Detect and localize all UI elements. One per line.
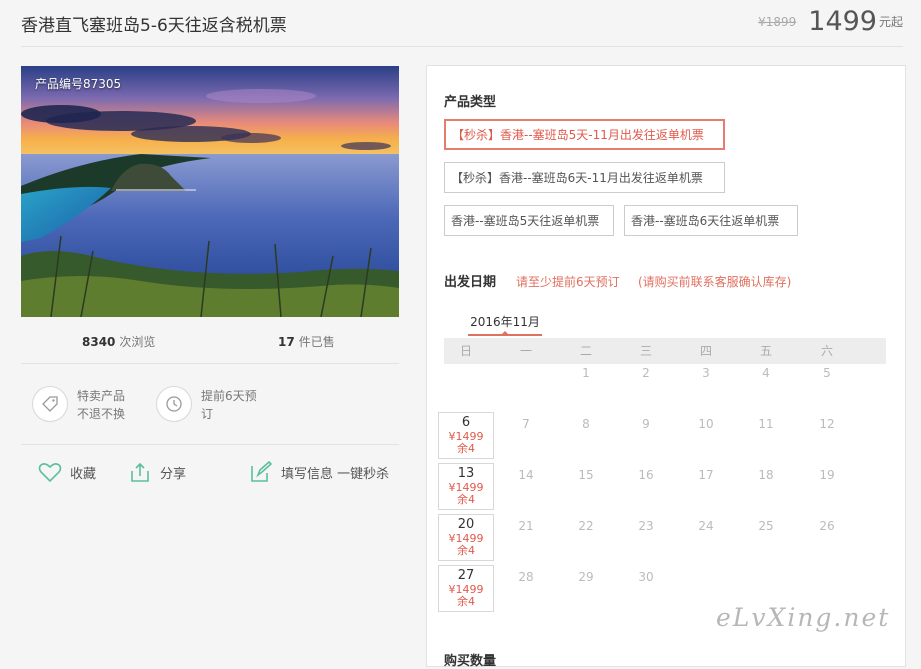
weekday-label: 三 (639, 344, 652, 358)
sold-stat: 17 件已售 (278, 333, 335, 350)
current-price: 1499 (808, 6, 877, 37)
weekday-label: 五 (759, 344, 772, 358)
weekday-label: 六 (820, 344, 833, 358)
sold-label: 件已售 (298, 335, 335, 349)
calendar-day: 19 (819, 468, 835, 482)
weekday-label: 一 (519, 344, 532, 358)
date-number: 20 (457, 517, 475, 532)
calendar-day: 5 (823, 366, 831, 380)
option-5day[interactable]: 香港--塞班岛5天往返单机票 (444, 205, 614, 236)
advance-note: 请至少提前6天预订 (516, 275, 620, 289)
date-number: 13 (457, 466, 475, 481)
product-type-label: 产品类型 (444, 95, 497, 110)
calendar-day: 16 (638, 468, 654, 482)
weekday-label: 二 (579, 344, 592, 358)
feature-special-sale: 特卖产品 不退不换 (32, 386, 139, 423)
available-date[interactable]: 6 ¥1499 余4 (438, 412, 494, 459)
calendar-day: 29 (578, 570, 594, 584)
sold-count: 17 (278, 335, 295, 349)
calendar-day: 12 (819, 417, 835, 431)
feature-line2: 不退不换 (77, 407, 126, 421)
actions-row: 收藏 分享 填写信息 一键秒杀 (21, 445, 399, 505)
date-number: 6 (461, 415, 471, 430)
tag-icon (32, 386, 68, 422)
calendar-day: 23 (638, 519, 654, 533)
fill-info-label: 填写信息 一键秒杀 (281, 466, 390, 482)
share-button[interactable]: 分享 (128, 461, 186, 483)
date-stock: 余4 (457, 493, 475, 506)
option-seckill-6day[interactable]: 【秒杀】香港--塞班岛6天-11月出发往返单机票 (444, 162, 725, 193)
date-number: 27 (457, 568, 475, 583)
calendar-day: 17 (698, 468, 714, 482)
calendar-day: 9 (642, 417, 650, 431)
share-icon (131, 462, 149, 482)
price-block: ¥1899 1499 元起 (758, 6, 903, 37)
calendar-day: 26 (819, 519, 835, 533)
calendar-day: 14 (518, 468, 534, 482)
calendar-day: 11 (758, 417, 774, 431)
watermark: eLvXing.net (716, 603, 891, 632)
available-date[interactable]: 20 ¥1499 余4 (438, 514, 494, 561)
date-stock: 余4 (457, 544, 475, 557)
calendar-day: 22 (578, 519, 594, 533)
clock-icon (156, 386, 192, 422)
quantity-label: 购买数量 (444, 654, 497, 669)
price-suffix: 元起 (878, 15, 903, 29)
calendar-day: 7 (522, 417, 530, 431)
stock-note: (请购买前联系客服确认库存) (638, 275, 792, 289)
calendar-day: 3 (702, 366, 710, 380)
calendar-day: 8 (582, 417, 590, 431)
weekday-label: 四 (699, 344, 712, 358)
calendar-day: 30 (638, 570, 654, 584)
month-tab[interactable]: 2016年11月 (469, 313, 541, 330)
weekday-label: 日 (459, 344, 472, 358)
calendar-day: 2 (642, 366, 650, 380)
date-stock: 余4 (457, 595, 475, 608)
edit-icon (251, 461, 273, 482)
calendar-day: 10 (698, 417, 714, 431)
share-label: 分享 (160, 466, 187, 482)
calendar-day: 18 (758, 468, 774, 482)
feature-line1: 特卖产品 (77, 389, 126, 403)
calendar-day: 1 (582, 366, 590, 380)
feature-line1: 提前6天预 (201, 389, 257, 403)
available-date[interactable]: 13 ¥1499 余4 (438, 463, 494, 510)
calendar-day: 21 (518, 519, 534, 533)
views-label: 次浏览 (119, 335, 156, 349)
weekday-header: 日一二三四五六 (444, 338, 886, 364)
calendar-day: 15 (578, 468, 594, 482)
fill-info-button[interactable]: 填写信息 一键秒杀 (249, 461, 389, 483)
option-seckill-5day[interactable]: 【秒杀】香港--塞班岛5天-11月出发往返单机票 (444, 119, 725, 150)
views-stat: 8340 次浏览 (82, 333, 155, 350)
original-price: ¥1899 (758, 15, 797, 29)
title-bar: 香港直飞塞班岛5-6天往返含税机票 ¥1899 1499 元起 (21, 0, 903, 47)
stats-row: 8340 次浏览 17 件已售 (21, 323, 399, 364)
calendar-day: 25 (758, 519, 774, 533)
calendar-day: 4 (762, 366, 770, 380)
calendar-day: 24 (698, 519, 714, 533)
product-title: 香港直飞塞班岛5-6天往返含税机票 (21, 16, 287, 36)
available-date[interactable]: 27 ¥1499 余4 (438, 565, 494, 612)
favorite-button[interactable]: 收藏 (38, 461, 96, 483)
product-photo[interactable]: 产品编号87305 (21, 66, 399, 317)
features-row: 特卖产品不退不换 提前6天预订 (21, 364, 399, 445)
heart-icon (38, 463, 62, 483)
option-6day[interactable]: 香港--塞班岛6天往返单机票 (624, 205, 798, 236)
departure-date-label: 出发日期 (444, 275, 497, 290)
favorite-label: 收藏 (70, 466, 97, 482)
product-code: 产品编号87305 (35, 77, 122, 91)
views-count: 8340 (82, 335, 116, 349)
month-caret-icon (501, 331, 509, 335)
sunset-landscape-image (21, 66, 399, 317)
calendar-day: 28 (518, 570, 534, 584)
date-stock: 余4 (457, 442, 475, 455)
feature-line2: 订 (201, 407, 214, 421)
booking-panel: 产品类型 【秒杀】香港--塞班岛5天-11月出发往返单机票 【秒杀】香港--塞班… (426, 65, 906, 669)
feature-advance-booking: 提前6天预订 (156, 386, 263, 423)
